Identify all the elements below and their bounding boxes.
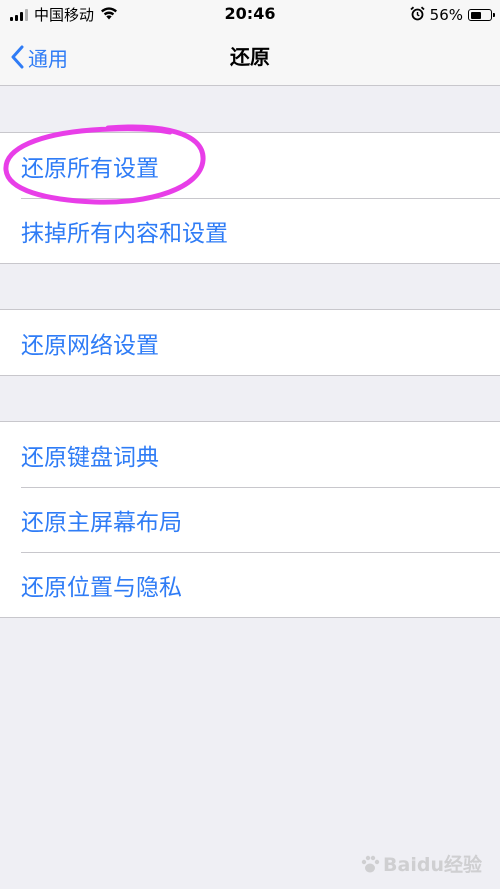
page-title: 还原 — [230, 45, 270, 69]
reset-keyboard-dictionary-row[interactable]: 还原键盘词典 — [0, 422, 500, 487]
battery-icon — [468, 9, 495, 21]
alarm-icon — [410, 6, 425, 25]
watermark-text: Baidu经验 — [383, 854, 482, 876]
row-label: 还原主屏幕布局 — [21, 509, 182, 536]
battery-level-fill — [470, 11, 481, 19]
battery-cap — [493, 13, 495, 17]
row-label: 还原所有设置 — [21, 155, 159, 182]
settings-group-other: 还原键盘词典 还原主屏幕布局 还原位置与隐私 — [0, 421, 500, 618]
reset-all-settings-row[interactable]: 还原所有设置 — [0, 133, 500, 198]
navigation-bar: 通用 还原 — [0, 30, 500, 86]
watermark: Baidu经验 — [359, 850, 482, 877]
reset-location-privacy-row[interactable]: 还原位置与隐私 — [0, 552, 500, 617]
reset-network-settings-row[interactable]: 还原网络设置 — [0, 310, 500, 375]
row-label: 还原网络设置 — [21, 332, 159, 359]
reset-home-screen-layout-row[interactable]: 还原主屏幕布局 — [0, 487, 500, 552]
erase-all-content-row[interactable]: 抹掉所有内容和设置 — [0, 198, 500, 263]
settings-group-reset-all: 还原所有设置 抹掉所有内容和设置 — [0, 132, 500, 264]
battery-percent: 56% — [429, 6, 463, 24]
row-label: 还原键盘词典 — [21, 444, 159, 471]
status-right: 56% — [410, 5, 495, 25]
row-label: 还原位置与隐私 — [21, 574, 182, 601]
row-label: 抹掉所有内容和设置 — [21, 220, 228, 247]
settings-group-network: 还原网络设置 — [0, 309, 500, 376]
paw-logo-icon — [361, 855, 380, 872]
status-bar: 中国移动 20:46 56% — [0, 0, 500, 30]
